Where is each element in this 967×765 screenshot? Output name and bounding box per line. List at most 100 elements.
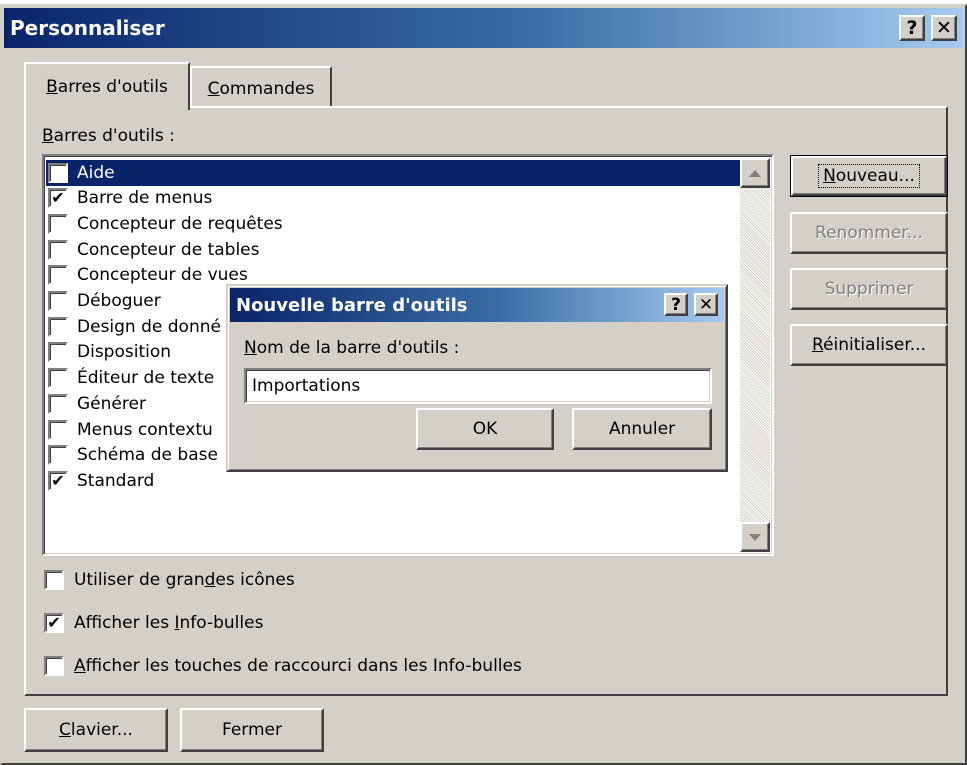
toolbar-list-item-label: Générer: [77, 393, 146, 414]
toolbar-checkbox[interactable]: [48, 291, 68, 311]
keyboard-label: lavier...: [70, 720, 133, 740]
tab-commands-mnemonic: C: [207, 79, 220, 99]
cancel-button[interactable]: Annuler: [572, 408, 712, 450]
tab-toolbars[interactable]: Barres d'outils: [24, 62, 190, 110]
toolbars-list-label-text: arres d'outils :: [53, 126, 175, 146]
vertical-scrollbar[interactable]: [740, 158, 770, 552]
shortcut-keys-checkbox[interactable]: [44, 656, 64, 676]
toolbar-checkbox[interactable]: [48, 316, 68, 337]
toolbar-list-item[interactable]: Schéma de base: [48, 443, 221, 468]
toolbars-list-label-mnemonic: B: [42, 126, 54, 146]
arrow-up-icon: [749, 169, 761, 177]
toolbar-list-item-label: Concepteur de vues: [77, 265, 248, 286]
tab-toolbars-label: arres d'outils: [57, 77, 168, 97]
toolbar-checkbox[interactable]: [48, 393, 68, 414]
scroll-down-button[interactable]: [740, 522, 770, 552]
large-icons-mnemonic: d: [204, 570, 216, 590]
toolbar-list-item-label: Déboguer: [77, 291, 161, 311]
toolbar-list-item[interactable]: Déboguer: [48, 289, 164, 314]
ok-button[interactable]: OK: [416, 408, 554, 450]
toolbar-list-item-label: Concepteur de requêtes: [77, 213, 283, 234]
customize-window: Personnaliser ? ✕ Barres d'outils Comman…: [0, 4, 967, 765]
toolbar-list-item[interactable]: Éditeur de texte: [48, 366, 217, 391]
toolbar-list-item[interactable]: Aide: [48, 160, 118, 185]
toolbar-list-item[interactable]: Concepteur de tables: [48, 237, 263, 262]
large-icons-checkbox[interactable]: [44, 570, 64, 590]
show-tooltips-option[interactable]: ✔ Afficher les Info-bulles: [44, 609, 263, 637]
toolbar-list-item[interactable]: Menus contextu: [48, 417, 216, 442]
help-button[interactable]: ?: [899, 15, 925, 41]
large-icons-label-post: es icônes: [215, 570, 295, 590]
toolbar-list-item-label: Éditeur de texte: [77, 368, 215, 389]
focus-indicator: Nouveau...: [818, 164, 920, 188]
list-selection-highlight: [46, 160, 744, 186]
toolbar-name-input[interactable]: Importations: [244, 368, 712, 404]
tab-toolbars-mnemonic: B: [46, 77, 58, 97]
new-toolbar-label: ouveau...: [835, 166, 915, 186]
toolbar-list-item-label: Menus contextu: [77, 419, 213, 440]
toolbar-checkbox[interactable]: ✔: [48, 470, 68, 491]
rename-button[interactable]: Renommer...: [790, 212, 948, 254]
new-toolbar-dialog: Nouvelle barre d'outils ? ✕ Nom de la ba…: [226, 284, 728, 472]
toolbar-list-item-label: Concepteur de tables: [77, 239, 260, 260]
dialog-title: Nouvelle barre d'outils: [236, 294, 468, 316]
new-toolbar-button-face: Nouveau...: [791, 156, 947, 196]
close-button[interactable]: ✕: [931, 15, 957, 41]
tab-commands[interactable]: Commandes: [190, 66, 332, 110]
tab-commands-label: ommandes: [219, 79, 315, 99]
toolbar-list-item-label: Schéma de base: [77, 445, 218, 466]
toolbar-name-mnemonic: N: [244, 338, 257, 358]
new-toolbar-button[interactable]: Nouveau...: [790, 155, 948, 197]
toolbars-list-label: Barres d'outils :: [42, 126, 175, 146]
large-icons-label: Utiliser de grandes icônes: [74, 570, 295, 590]
arrow-down-icon: [749, 533, 761, 541]
toolbar-list-item[interactable]: ✔ Standard: [48, 468, 157, 493]
toolbar-list-item-label: Design de donné: [77, 316, 221, 337]
toolbar-checkbox[interactable]: [48, 342, 68, 363]
toolbar-name-label-text: om de la barre d'outils :: [256, 338, 460, 358]
shortcut-keys-label-post: fficher les touches de raccourci dans le…: [85, 656, 522, 676]
show-tooltips-checkbox[interactable]: ✔: [44, 613, 64, 633]
new-toolbar-mnemonic: N: [823, 166, 836, 186]
scroll-up-button[interactable]: [740, 158, 770, 188]
toolbar-list-item-label: Aide: [77, 162, 115, 183]
keyboard-mnemonic: C: [59, 720, 71, 740]
reset-label: éinitialiser...: [823, 335, 926, 355]
window-title: Personnaliser: [10, 16, 165, 40]
toolbar-list-item[interactable]: Concepteur de requêtes: [48, 211, 286, 236]
shortcut-keys-option[interactable]: Afficher les touches de raccourci dans l…: [44, 652, 522, 680]
shortcut-keys-label: Afficher les touches de raccourci dans l…: [74, 656, 522, 676]
close-dialog-button[interactable]: Fermer: [180, 708, 324, 752]
keyboard-button[interactable]: Clavier...: [24, 708, 168, 752]
delete-button[interactable]: Supprimer: [790, 268, 948, 310]
reset-mnemonic: R: [812, 335, 824, 355]
large-icons-label-pre: Utiliser de gran: [74, 570, 205, 590]
show-tooltips-label-post: nfo-bulles: [179, 613, 264, 633]
shortcut-keys-mnemonic: A: [74, 656, 86, 676]
toolbar-list-item[interactable]: Concepteur de vues: [48, 263, 251, 288]
toolbar-checkbox[interactable]: ✔: [48, 188, 68, 209]
toolbar-checkbox[interactable]: [48, 213, 68, 234]
toolbar-checkbox[interactable]: [48, 162, 68, 183]
toolbar-checkbox[interactable]: [48, 368, 68, 389]
show-tooltips-label: Afficher les Info-bulles: [74, 613, 263, 633]
toolbar-name-label: Nom de la barre d'outils :: [244, 338, 459, 358]
toolbar-name-value: Importations: [252, 376, 361, 396]
dialog-help-button[interactable]: ?: [664, 293, 688, 316]
toolbar-list-item[interactable]: ✔ Barre de menus: [48, 186, 215, 211]
dialog-close-button[interactable]: ✕: [694, 293, 718, 316]
title-bar[interactable]: Personnaliser ? ✕: [4, 8, 963, 48]
toolbar-checkbox[interactable]: [48, 445, 68, 466]
show-tooltips-label-pre: Afficher les: [74, 613, 175, 633]
dialog-title-bar[interactable]: Nouvelle barre d'outils ? ✕: [230, 288, 724, 322]
toolbar-list-item-label: Standard: [77, 470, 155, 491]
reset-button[interactable]: Réinitialiser...: [790, 324, 948, 366]
toolbar-checkbox[interactable]: [48, 239, 68, 260]
toolbar-list-item[interactable]: Disposition: [48, 340, 174, 365]
toolbar-checkbox[interactable]: [48, 419, 68, 440]
large-icons-option[interactable]: Utiliser de grandes icônes: [44, 566, 295, 594]
toolbar-list-item-label: Disposition: [77, 342, 172, 363]
toolbar-list-item[interactable]: Design de donné: [48, 314, 224, 339]
toolbar-list-item[interactable]: Générer: [48, 391, 149, 416]
toolbar-checkbox[interactable]: [48, 265, 68, 286]
